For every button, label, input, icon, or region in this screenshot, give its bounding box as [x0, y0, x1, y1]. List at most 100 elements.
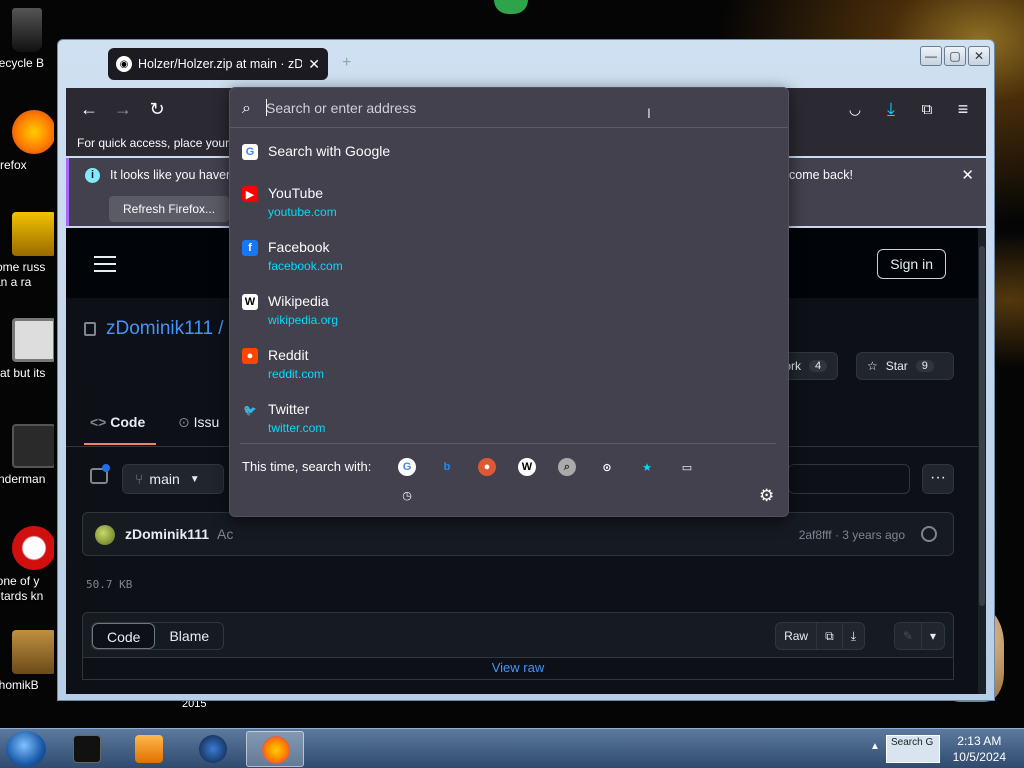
- repo-owner-link[interactable]: zDominik111 /: [106, 318, 224, 340]
- desktop-icon-recycle-bin[interactable]: Recycle B: [0, 8, 54, 71]
- opera-icon: [12, 526, 54, 570]
- desktop-icon-chomik[interactable]: ChomikB: [0, 630, 54, 693]
- document-stack-icon: [12, 318, 54, 362]
- tabs-icon[interactable]: ▭: [678, 458, 696, 476]
- desktop-icon-file-3[interactable]: none of y retards kn: [0, 526, 54, 604]
- commit-meta[interactable]: 2af8fff · 3 years ago: [799, 528, 905, 542]
- address-input[interactable]: [266, 96, 766, 120]
- extensions-icon[interactable]: ⧉: [910, 92, 944, 126]
- owner-separator: /: [213, 318, 224, 339]
- hamburger-menu-icon[interactable]: [94, 256, 116, 272]
- desktop-icon-firefox[interactable]: Firefox: [0, 110, 54, 173]
- branch-icon: ⑂: [135, 471, 144, 487]
- tray-thumbnail[interactable]: Search G: [886, 735, 940, 763]
- star-button[interactable]: ☆ Star 9: [856, 352, 954, 380]
- reload-icon[interactable]: ↻: [140, 92, 174, 126]
- scrollbar-thumb[interactable]: [979, 246, 985, 606]
- back-icon[interactable]: ←: [72, 92, 106, 126]
- search-engine-icon[interactable]: ⌕: [558, 458, 576, 476]
- clock[interactable]: 2:13 AM 10/5/2024: [953, 733, 1006, 765]
- maximize-button[interactable]: ▢: [944, 46, 966, 66]
- bookmarks-icon[interactable]: ★: [638, 458, 656, 476]
- suggestion-row[interactable]: 🐦 Twitter twitter.com: [232, 400, 786, 440]
- avatar[interactable]: [95, 525, 115, 545]
- suggestion-row[interactable]: ▶ YouTube youtube.com: [232, 184, 786, 224]
- desktop-icon-label: some russ ran a ra: [0, 260, 46, 289]
- branch-selector[interactable]: ⑂ main ▼: [122, 464, 224, 494]
- engines-divider: [240, 443, 776, 444]
- page-scrollbar[interactable]: [978, 228, 986, 694]
- suggestion-url: wikipedia.org: [268, 313, 339, 327]
- file-header: Code Blame Raw ⧉ ⤓ ✎ ▾: [82, 612, 954, 658]
- raw-button[interactable]: Raw: [776, 623, 818, 649]
- firefox-icon: [262, 736, 290, 764]
- tab-code[interactable]: <> Code: [84, 414, 156, 445]
- search-icon: ⌕: [242, 100, 251, 117]
- pocket-icon[interactable]: ◡: [838, 92, 872, 126]
- code-view-button[interactable]: Code: [92, 623, 156, 649]
- info-icon: i: [85, 168, 100, 183]
- forward-icon[interactable]: →: [106, 92, 140, 126]
- more-options-button[interactable]: ···: [922, 464, 954, 494]
- wikipedia-icon: W: [242, 294, 258, 310]
- title-bar: ◉ Holzer/Holzer.zip at main · zDo ✕ + — …: [58, 40, 994, 88]
- edit-icon[interactable]: ✎: [895, 623, 922, 649]
- duckduckgo-engine-icon[interactable]: ●: [478, 458, 496, 476]
- taskbar-app-2[interactable]: [120, 731, 178, 767]
- taskbar-app-3[interactable]: [184, 731, 242, 767]
- commit-author[interactable]: zDominik111: [125, 526, 209, 542]
- clock-time: 2:13 AM: [957, 734, 1002, 748]
- google-engine-icon[interactable]: G: [398, 458, 416, 476]
- file-size: 50.7 KB: [86, 578, 133, 591]
- history-icon[interactable]: [921, 526, 937, 542]
- download-icon[interactable]: ⤓: [874, 92, 908, 126]
- tab-close-icon[interactable]: ✕: [308, 56, 320, 73]
- clock-date: 10/5/2024: [952, 750, 1006, 764]
- suggestion-label: YouTube: [268, 185, 324, 201]
- tray-expand-icon[interactable]: ▲: [870, 741, 880, 752]
- view-raw-link[interactable]: View raw: [82, 658, 954, 680]
- gear-icon[interactable]: ⚙: [759, 486, 774, 506]
- blame-view-button[interactable]: Blame: [155, 623, 223, 649]
- desktop-icon-file-2[interactable]: that but its: [0, 318, 54, 381]
- close-window-button[interactable]: ✕: [968, 46, 990, 66]
- suggestion-row[interactable]: W Wikipedia wikipedia.org: [232, 292, 786, 332]
- minimize-button[interactable]: —: [920, 46, 942, 66]
- top-gadget-icon: [494, 0, 528, 14]
- hamster-icon: [12, 630, 54, 674]
- sign-in-button[interactable]: Sign in: [877, 249, 946, 279]
- star-count: 9: [915, 360, 934, 372]
- path-field[interactable]: [788, 464, 910, 494]
- copy-icon[interactable]: ⧉: [817, 623, 843, 649]
- fork-count: 4: [809, 360, 828, 372]
- new-tab-button[interactable]: +: [342, 54, 351, 72]
- suggestion-row[interactable]: ● Reddit reddit.com: [232, 346, 786, 386]
- edit-dropdown-icon[interactable]: ▾: [922, 623, 944, 649]
- google-icon: G: [242, 144, 258, 160]
- tab-issues[interactable]: ⊙ Issu: [178, 414, 219, 431]
- github-engine-icon[interactable]: ⊙: [598, 458, 616, 476]
- browser-tab[interactable]: ◉ Holzer/Holzer.zip at main · zDo ✕: [108, 48, 328, 80]
- desktop-icon-file-1[interactable]: some russ ran a ra: [0, 212, 54, 290]
- notice-text-end: come back!: [789, 168, 853, 182]
- suggestion-label: Search with Google: [268, 143, 391, 159]
- refresh-firefox-button[interactable]: Refresh Firefox...: [109, 196, 230, 222]
- archive-icon: [12, 212, 54, 256]
- download-file-icon[interactable]: ⤓: [843, 623, 864, 649]
- notice-text: It looks like you haven: [110, 168, 233, 182]
- history-icon[interactable]: ◷: [398, 486, 416, 504]
- notice-close-icon[interactable]: ✕: [961, 166, 974, 184]
- commit-message[interactable]: Ac: [217, 526, 233, 542]
- bing-engine-icon[interactable]: b: [438, 458, 456, 476]
- issues-icon: ⊙: [178, 414, 190, 430]
- menu-icon[interactable]: ≡: [946, 92, 980, 126]
- wikipedia-engine-icon[interactable]: W: [518, 458, 536, 476]
- taskbar-app-1[interactable]: [58, 731, 116, 767]
- start-button[interactable]: [6, 731, 46, 767]
- suggestion-row[interactable]: G Search with Google: [232, 142, 786, 164]
- taskbar-app-firefox[interactable]: [246, 731, 304, 767]
- desktop-icon-enderman[interactable]: Enderman: [0, 424, 54, 487]
- reddit-icon: ●: [242, 348, 258, 364]
- enderman-icon: [12, 424, 54, 468]
- suggestion-row[interactable]: f Facebook facebook.com: [232, 238, 786, 278]
